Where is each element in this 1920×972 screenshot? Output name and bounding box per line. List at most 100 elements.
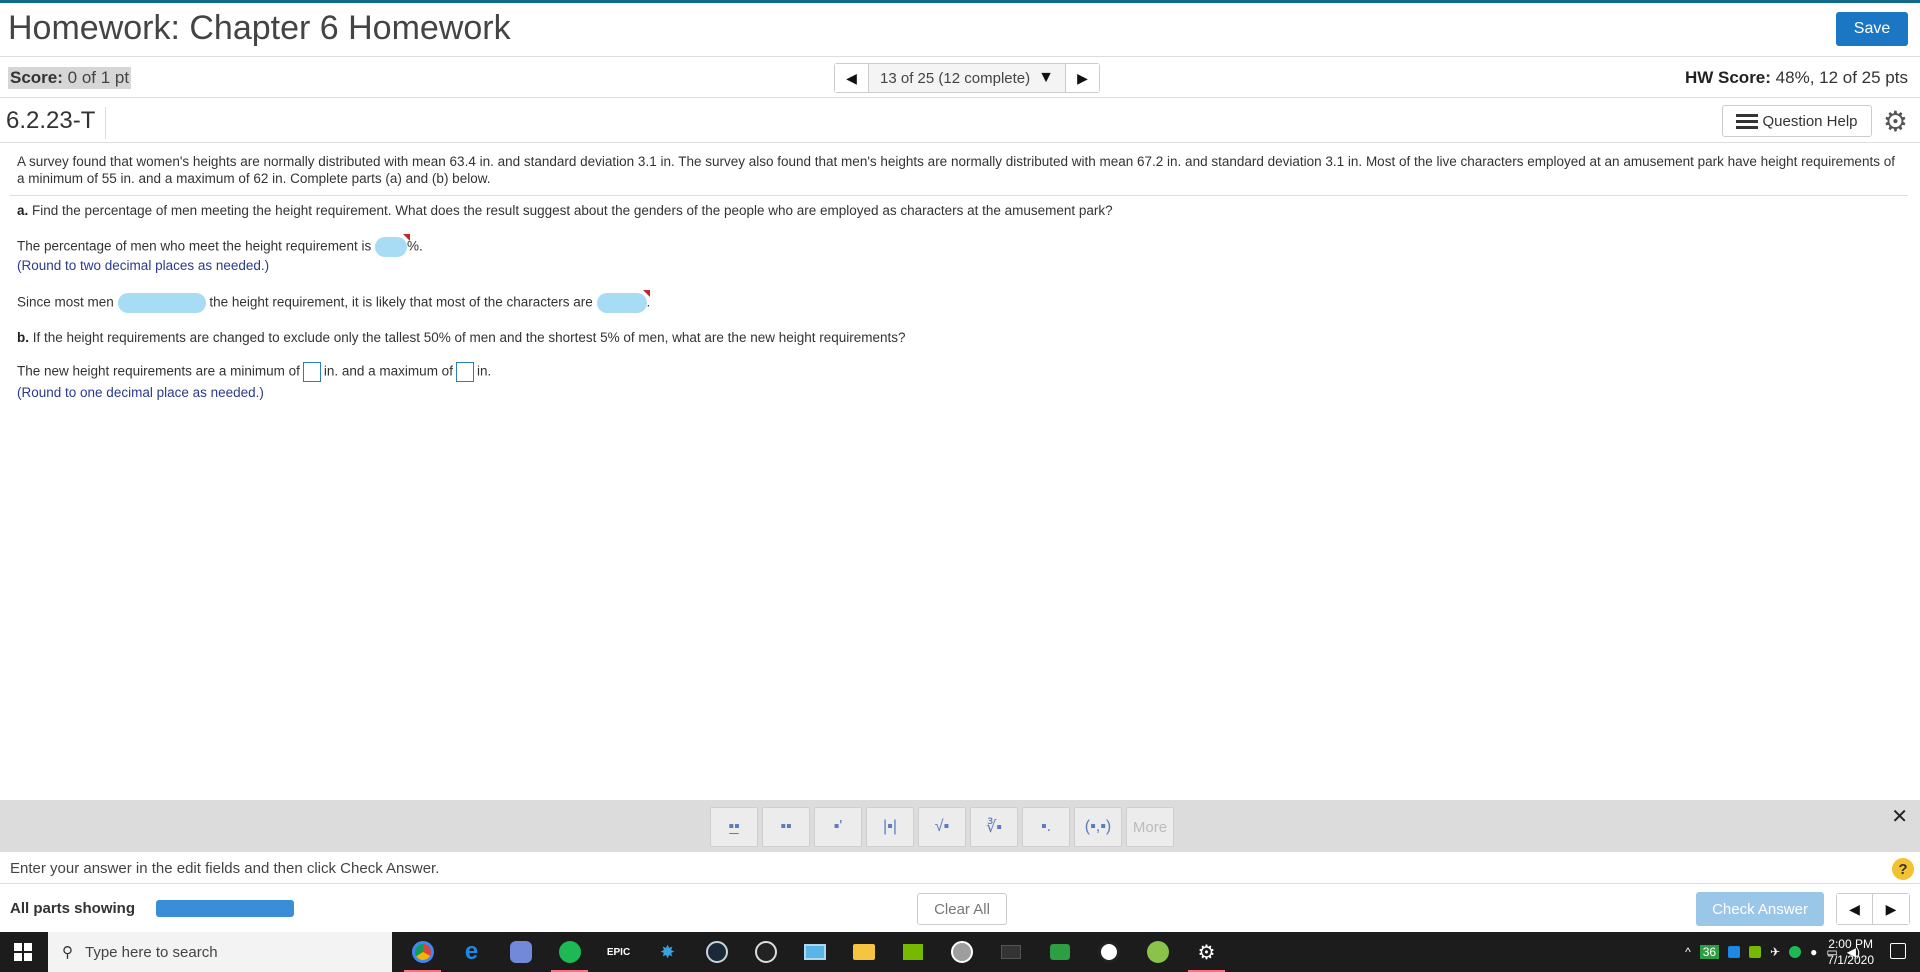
question-help-button[interactable]: Question Help	[1722, 105, 1872, 137]
app-icon-13[interactable]	[986, 932, 1035, 972]
check-answer-button[interactable]: Check Answer	[1696, 892, 1824, 926]
app-icon-16[interactable]	[1133, 932, 1182, 972]
triangle-left-icon: ◀	[1849, 900, 1860, 917]
windows-start-icon[interactable]	[14, 943, 32, 961]
answer-line-3-suffix: in.	[476, 363, 492, 379]
spotify-tray-icon[interactable]	[1789, 946, 1802, 958]
question-help-label: Question Help	[1762, 112, 1858, 130]
chevron-up-icon[interactable]: ^	[1685, 945, 1691, 959]
previous-part-button[interactable]: ◀	[1837, 894, 1873, 924]
obs-app[interactable]	[741, 932, 790, 972]
notification-icon[interactable]	[1890, 943, 1906, 959]
discord-app[interactable]	[496, 932, 545, 972]
square-root-tool-button[interactable]: √▪	[918, 807, 966, 847]
answer-line-3: The new height requirements are a minimu…	[17, 362, 491, 382]
exponent-tool-button[interactable]: ▪'	[814, 807, 862, 847]
answer-line-2-middle: the height requirement, it is likely tha…	[209, 294, 593, 310]
absolute-value-tool-button[interactable]: |▪|	[866, 807, 914, 847]
close-icon[interactable]: ✕	[1891, 804, 1908, 829]
chrome-icon	[411, 941, 434, 963]
question-id: 6.2.23-T	[6, 107, 107, 139]
help-icon[interactable]: ?	[1892, 858, 1914, 880]
answer-line-1: The percentage of men who meet the heigh…	[17, 234, 423, 257]
question-select-dropdown[interactable]: 13 of 25 (12 complete) ▼	[869, 64, 1065, 92]
file-explorer-app[interactable]	[839, 932, 888, 972]
hw-score-value: 48%, 12 of 25 pts	[1775, 68, 1908, 87]
chrome-app[interactable]	[398, 932, 447, 972]
xbox-app[interactable]	[937, 932, 986, 972]
nvidia-tray-icon[interactable]	[1749, 946, 1762, 958]
epic-games-app[interactable]: EPIC	[594, 932, 643, 972]
part-b-text: If the height requirements are changed t…	[32, 330, 906, 345]
mixed-number-tool-button[interactable]: ▪▪	[762, 807, 810, 847]
part-a-question: a. Find the percentage of men meeting th…	[17, 203, 1113, 218]
incorrect-flag-icon	[642, 290, 650, 297]
part-a-text: Find the percentage of men meeting the h…	[32, 203, 1113, 218]
question-prompt: A survey found that women's heights are …	[17, 154, 1895, 186]
triangle-right-icon: ▶	[1077, 69, 1088, 86]
network-icon[interactable]: ✈	[1770, 945, 1780, 959]
part-a-label: a.	[17, 203, 29, 218]
spotify-icon	[558, 941, 581, 963]
clear-all-button[interactable]: Clear All	[917, 893, 1007, 925]
edge-app[interactable]: e	[447, 932, 496, 972]
windows-taskbar: ⚲ Type here to search e EPIC ✸ ⚙ ^ 36 ✈ …	[0, 932, 1920, 972]
nvidia-icon	[902, 944, 923, 960]
microphone-icon[interactable]: ●	[1810, 945, 1817, 959]
taskbar-clock[interactable]: 2:00 PM 7/1/2020	[1827, 936, 1874, 968]
rounding-hint-2: (Round to one decimal place as needed.)	[17, 385, 264, 400]
homework-title: Homework: Chapter 6 Homework	[8, 9, 511, 47]
all-parts-label: All parts showing	[10, 900, 136, 917]
math-toolbar: ▪̲▪ ▪▪ ▪' |▪| √▪ ∛▪ ▪. (▪,▪) More ✕	[0, 800, 1920, 852]
taskbar-search-placeholder: Type here to search	[85, 943, 218, 961]
more-tools-button[interactable]: More	[1126, 807, 1174, 847]
clock-icon	[1097, 941, 1120, 963]
minimum-height-input[interactable]	[302, 362, 321, 382]
taskbar-search-box[interactable]: ⚲ Type here to search	[48, 932, 392, 972]
meet-requirement-dropdown[interactable]	[117, 293, 206, 313]
tray-badge[interactable]: 36	[1699, 945, 1720, 959]
steam-app[interactable]	[692, 932, 741, 972]
next-part-button[interactable]: ▶	[1873, 894, 1909, 924]
fraction-tool-button[interactable]: ▪̲▪	[710, 807, 758, 847]
previous-question-button[interactable]: ◀	[835, 64, 869, 92]
bluetooth-icon[interactable]	[1728, 946, 1741, 958]
question-navigator: ◀ 13 of 25 (12 complete) ▼ ▶	[834, 63, 1100, 93]
clock-app[interactable]	[1084, 932, 1133, 972]
app-icon-9[interactable]	[790, 932, 839, 972]
percentage-answer-field[interactable]	[374, 234, 410, 257]
gear-icon: ✸	[659, 941, 676, 962]
part-pager: ◀ ▶	[1836, 893, 1910, 925]
search-icon: ⚲	[62, 944, 73, 961]
app-icon	[1146, 941, 1169, 963]
answer-line-2: Since most men the height requirement, i…	[17, 290, 650, 313]
nth-root-tool-button[interactable]: ∛▪	[970, 807, 1018, 847]
epic-games-icon: EPIC	[606, 946, 631, 958]
ordered-pair-tool-button[interactable]: (▪,▪)	[1074, 807, 1122, 847]
app-icon-14[interactable]	[1035, 932, 1084, 972]
settings-app[interactable]: ⚙	[1182, 932, 1231, 972]
spotify-app[interactable]	[545, 932, 594, 972]
question-id-bar: 6.2.23-T Question Help	[0, 99, 1920, 143]
gear-icon[interactable]: ⚙	[1883, 108, 1908, 136]
part-b-label: b.	[17, 330, 29, 345]
question-score: Score: 0 of 1 pt	[8, 67, 132, 89]
save-button[interactable]: Save	[1836, 12, 1908, 46]
app-icon	[1000, 945, 1021, 959]
hw-score: HW Score: 48%, 12 of 25 pts	[1685, 68, 1908, 88]
parts-progress-bar	[156, 900, 294, 917]
steam-icon	[705, 941, 728, 963]
incorrect-flag-icon	[402, 234, 410, 241]
nvidia-app[interactable]	[888, 932, 937, 972]
next-question-button[interactable]: ▶	[1065, 64, 1099, 92]
gender-dropdown[interactable]	[596, 290, 650, 313]
edge-icon: e	[464, 938, 479, 965]
monitor-icon	[803, 944, 826, 960]
decimal-tool-button[interactable]: ▪.	[1022, 807, 1070, 847]
xbox-icon	[950, 941, 973, 963]
app-icon-6[interactable]: ✸	[643, 932, 692, 972]
gear-icon: ⚙	[1197, 941, 1216, 964]
maximum-height-input[interactable]	[455, 362, 474, 382]
folder-icon	[852, 944, 875, 960]
part-b-question: b. If the height requirements are change…	[17, 330, 906, 345]
